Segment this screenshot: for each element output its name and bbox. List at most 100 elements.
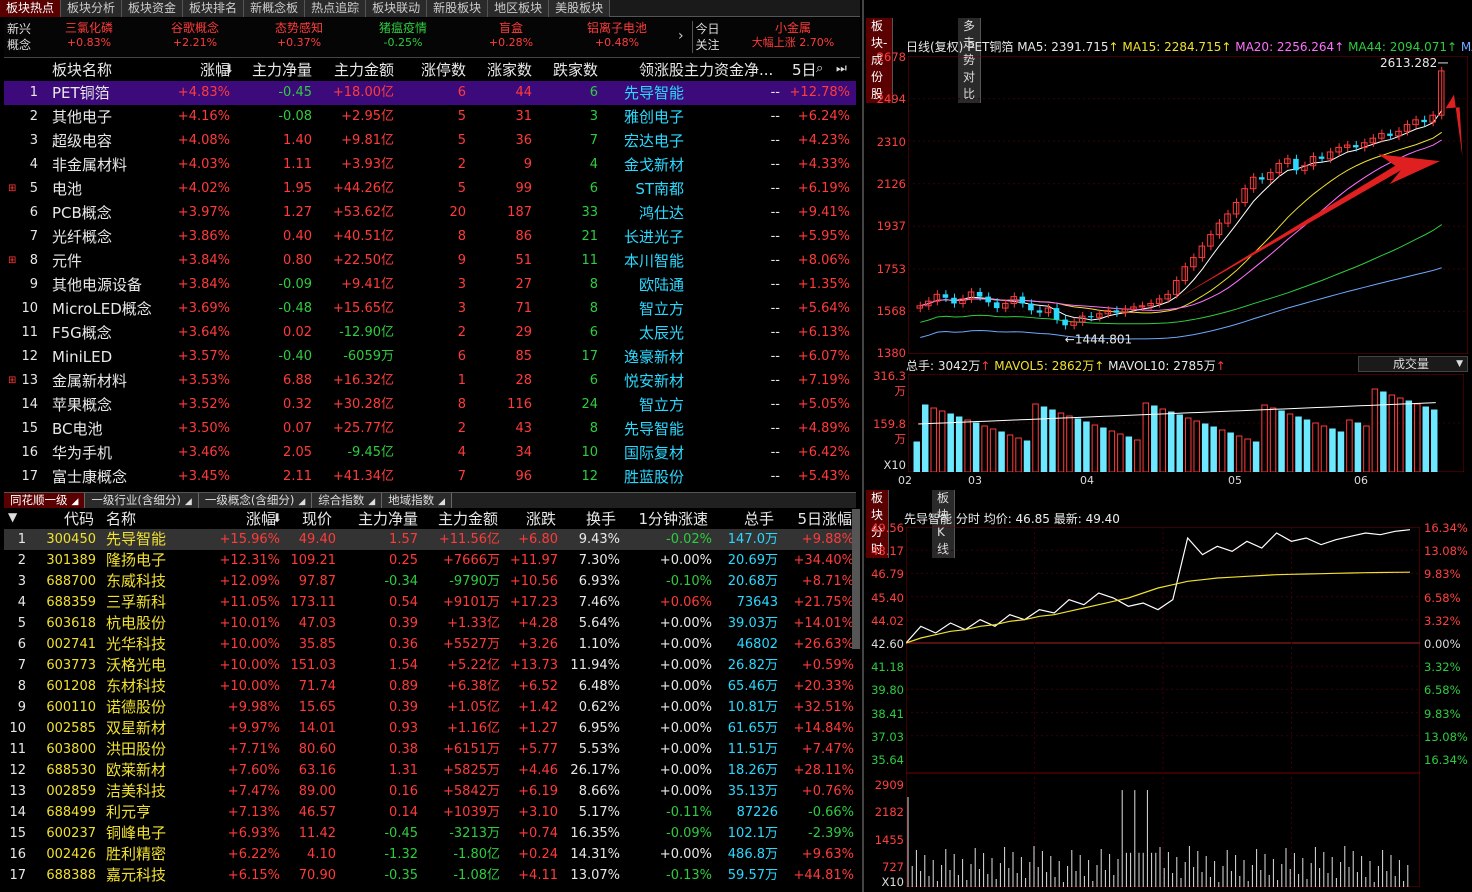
sector-leader[interactable]: 悦安新材 (604, 369, 684, 393)
sector-row[interactable]: 1 PET铜箔 +4.83% -0.45 +18.00亿 6 44 6 先导智能 -- +12.78… (4, 81, 856, 105)
sector-leader[interactable]: 金戈新材 (604, 153, 684, 177)
stock-header-9[interactable]: 总手 (710, 509, 774, 529)
kline-mode[interactable]: 日线(复权) (906, 40, 963, 54)
today-focus-item[interactable]: 小金属 大幅上涨 2.70% (728, 20, 858, 56)
top-tab-2[interactable]: 板块资金 (122, 0, 184, 17)
sector-header-8[interactable]: 主力资金净... (684, 60, 788, 80)
sector-row[interactable]: 15 BC电池 +3.50% 0.07 +25.77亿 2 43 8 先导智能 -- +4.89% (4, 417, 856, 441)
concept-item[interactable]: 猪瘟疫情 -0.25% (348, 20, 458, 56)
sector-leader[interactable]: 宏达电子 (604, 129, 684, 153)
sector-leader[interactable]: 长进光子 (604, 225, 684, 249)
category-tab-4[interactable]: 地域指数 ◢ (382, 493, 453, 508)
search-icon[interactable]: ⌕ (816, 61, 823, 76)
sector-header-3[interactable]: 主力金额 (312, 60, 394, 80)
stock-row[interactable]: 13 002859 洁美科技 +7.47% 89.00 0.16 +5842万 +6.19 8.… (4, 781, 856, 802)
filter-icon[interactable]: ▼ (8, 510, 17, 524)
stock-header-3[interactable]: 现价 (276, 509, 332, 529)
concept-item[interactable]: 铝离子电池 +0.48% (562, 20, 672, 56)
sector-header-7[interactable]: 领涨股 (604, 60, 684, 80)
sector-row[interactable]: 9 其他电源设备 +3.84% -0.09 +9.41亿 3 27 8 欧陆通 -- +1.35% (4, 273, 856, 297)
top-tab-5[interactable]: 热点追踪 (305, 0, 367, 17)
sector-leader[interactable]: 雅创电子 (604, 105, 684, 129)
sector-row[interactable]: 2 其他电子 +4.16% -0.08 +2.95亿 5 31 3 雅创电子 -- +6.24% (4, 105, 856, 129)
sector-leader[interactable]: 太辰光 (604, 321, 684, 345)
indicator-select[interactable]: 成交量 ▼ (1358, 356, 1468, 372)
stock-row[interactable]: 6 002741 光华科技 +10.00% 35.85 0.36 +5527万 +3.26 1.… (4, 634, 856, 655)
sector-leader[interactable]: 国际复材 (604, 441, 684, 465)
sector-leader[interactable]: 欧陆通 (604, 273, 684, 297)
sector-header-2[interactable]: 主力净量 (230, 60, 312, 80)
top-tab-9[interactable]: 美股板块 (549, 0, 611, 17)
stock-row[interactable]: 12 688530 欧莱新材 +7.60% 63.16 1.31 +5825万 +4.46 26… (4, 760, 856, 781)
sector-leader[interactable]: 智立方 (604, 297, 684, 321)
sector-row[interactable]: 4 非金属材料 +4.03% 1.11 +3.93亿 2 9 4 金戈新材 -- +4.33% (4, 153, 856, 177)
stock-header-8[interactable]: 1分钟涨速 (616, 509, 708, 529)
sector-leader[interactable]: ST南都 (604, 177, 684, 201)
sector-header-6[interactable]: 跌家数 (534, 60, 598, 80)
sector-header-5[interactable]: 涨家数 (470, 60, 532, 80)
stock-header-2[interactable]: 涨幅 (214, 509, 276, 529)
stock-header-0[interactable]: 代码 (34, 509, 94, 529)
sector-row[interactable]: ⊞ 5 电池 +4.02% 1.95 +44.26亿 5 99 6 ST南都 -- +6.19% (4, 177, 856, 201)
stock-row[interactable]: 5 603618 杭电股份 +10.01% 47.03 0.39 +1.33亿 +4.28 5.… (4, 613, 856, 634)
concept-item[interactable]: 三氯化磷 +0.83% (34, 20, 144, 56)
sector-header-1[interactable]: 涨幅 (154, 60, 230, 80)
sector-row[interactable]: 11 F5G概念 +3.64% 0.02 -12.90亿 2 29 6 太辰光 -- +6.13% (4, 321, 856, 345)
jump-end-icon[interactable]: ⏭ (836, 61, 847, 76)
stock-header-5[interactable]: 主力金额 (418, 509, 498, 529)
today-focus-label[interactable]: 今日 关注 (692, 21, 722, 53)
sector-row[interactable]: 3 超级电容 +4.08% 1.40 +9.81亿 5 36 7 宏达电子 -- +4.23% (4, 129, 856, 153)
sector-row[interactable]: 6 PCB概念 +3.97% 1.27 +53.62亿 20 187 33 鸿仕达 -- +9.41… (4, 201, 856, 225)
stock-row[interactable]: 9 600110 诺德股份 +9.98% 15.65 0.39 +1.05亿 +1.42 0.6… (4, 697, 856, 718)
stock-row[interactable]: 16 002426 胜利精密 +6.22% 4.10 -1.32 -1.80亿 +0.24 14… (4, 844, 856, 865)
stock-row[interactable]: 8 601208 东材科技 +10.00% 71.74 0.89 +6.38亿 +6.52 6.… (4, 676, 856, 697)
sector-leader[interactable]: 先导智能 (604, 81, 684, 105)
sector-row[interactable]: 10 MicroLED概念 +3.69% -0.48 +15.65亿 3 71 8 智立方 -- +… (4, 297, 856, 321)
stock-row[interactable]: 15 600237 铜峰电子 +6.93% 11.42 -0.45 -3213万 +0.74 1… (4, 823, 856, 844)
sector-row[interactable]: 7 光纤概念 +3.86% 0.40 +40.51亿 8 86 21 长进光子 -- +5.95% (4, 225, 856, 249)
top-tab-0[interactable]: 板块热点 (0, 0, 62, 17)
sector-header-0[interactable]: 板块名称 (52, 60, 142, 80)
top-tab-4[interactable]: 新概念板 (244, 0, 306, 17)
stock-row[interactable]: 11 603800 洪田股份 +7.71% 80.60 0.38 +6151万 +5.77 5.… (4, 739, 856, 760)
sector-header-4[interactable]: 涨停数 (398, 60, 466, 80)
sector-row[interactable]: 16 华为手机 +3.46% 2.05 -9.45亿 4 34 10 国际复材 -- +6.42% (4, 441, 856, 465)
stock-row[interactable]: 14 688499 利元亨 +7.13% 46.57 0.14 +1039万 +3.10 5.1… (4, 802, 856, 823)
sector-row[interactable]: ⊞ 13 金属新材料 +3.53% 6.88 +16.32亿 1 28 6 悦安新材 -- +7.19… (4, 369, 856, 393)
concept-item[interactable]: 态势感知 +0.37% (244, 20, 354, 56)
sector-leader[interactable]: 先导智能 (604, 417, 684, 441)
top-tab-8[interactable]: 地区板块 (488, 0, 550, 17)
category-tab-0[interactable]: 同花顺一级 ◢ (4, 493, 86, 508)
top-tab-6[interactable]: 板块联动 (366, 0, 428, 17)
sector-row[interactable]: 14 苹果概念 +3.52% 0.32 +30.28亿 8 116 24 智立方 -- +5.05% (4, 393, 856, 417)
stock-row[interactable]: 7 603773 沃格光电 +10.00% 151.03 1.54 +5.22亿 +13.73… (4, 655, 856, 676)
sector-row[interactable]: ⊞ 8 元件 +3.84% 0.80 +22.50亿 9 51 11 本川智能 -- +8.06% (4, 249, 856, 273)
stock-header-10[interactable]: 5日涨幅 (776, 509, 852, 529)
top-tab-1[interactable]: 板块分析 (61, 0, 123, 17)
stock-header-1[interactable]: 名称 (106, 509, 166, 529)
stock-header-4[interactable]: 主力净量 (334, 509, 418, 529)
category-tab-1[interactable]: 一级行业(含细分) ◢ (85, 493, 199, 508)
kline-volume-chart[interactable] (908, 374, 1464, 472)
sector-leader[interactable]: 胜蓝股份 (604, 465, 684, 489)
stock-header-7[interactable]: 换手 (556, 509, 616, 529)
stock-header-6[interactable]: 涨跌 (498, 509, 556, 529)
stock-row[interactable]: 10 002585 双星新材 +9.97% 14.01 0.93 +1.16亿 +1.27 6.… (4, 718, 856, 739)
top-tab-7[interactable]: 新股板块 (427, 0, 489, 17)
sector-leader[interactable]: 本川智能 (604, 249, 684, 273)
stock-row[interactable]: 17 688388 嘉元科技 +6.15% 70.90 -0.35 -1.08亿 +4.11 1… (4, 865, 856, 886)
stock-row[interactable]: 1 300450 先导智能 +15.96% 49.40 1.57 +11.56亿 +6.80 9… (4, 529, 856, 550)
sector-leader[interactable]: 智立方 (604, 393, 684, 417)
sector-leader[interactable]: 鸿仕达 (604, 201, 684, 225)
stock-row[interactable]: 3 688700 东威科技 +12.09% 97.87 -0.34 -9790万 +10.56… (4, 571, 856, 592)
concept-item[interactable]: 谷歌概念 +2.21% (140, 20, 250, 56)
chevron-right-icon[interactable]: › (678, 28, 684, 44)
kline-chart[interactable]: 2613.282 ←1444.801 (908, 56, 1468, 354)
top-tab-3[interactable]: 板块排名 (183, 0, 245, 17)
stock-row[interactable]: 4 688359 三孚新科 +11.05% 173.11 0.54 +9101万 +17.23… (4, 592, 856, 613)
stock-table-scrollbar[interactable] (852, 509, 860, 649)
sector-row[interactable]: 12 MiniLED +3.57% -0.40 -6059万 6 85 17 逸豪新材 -- +6.… (4, 345, 856, 369)
category-tab-3[interactable]: 综合指数 ◢ (312, 493, 383, 508)
sector-leader[interactable]: 逸豪新材 (604, 345, 684, 369)
intraday-chart[interactable] (906, 527, 1420, 887)
